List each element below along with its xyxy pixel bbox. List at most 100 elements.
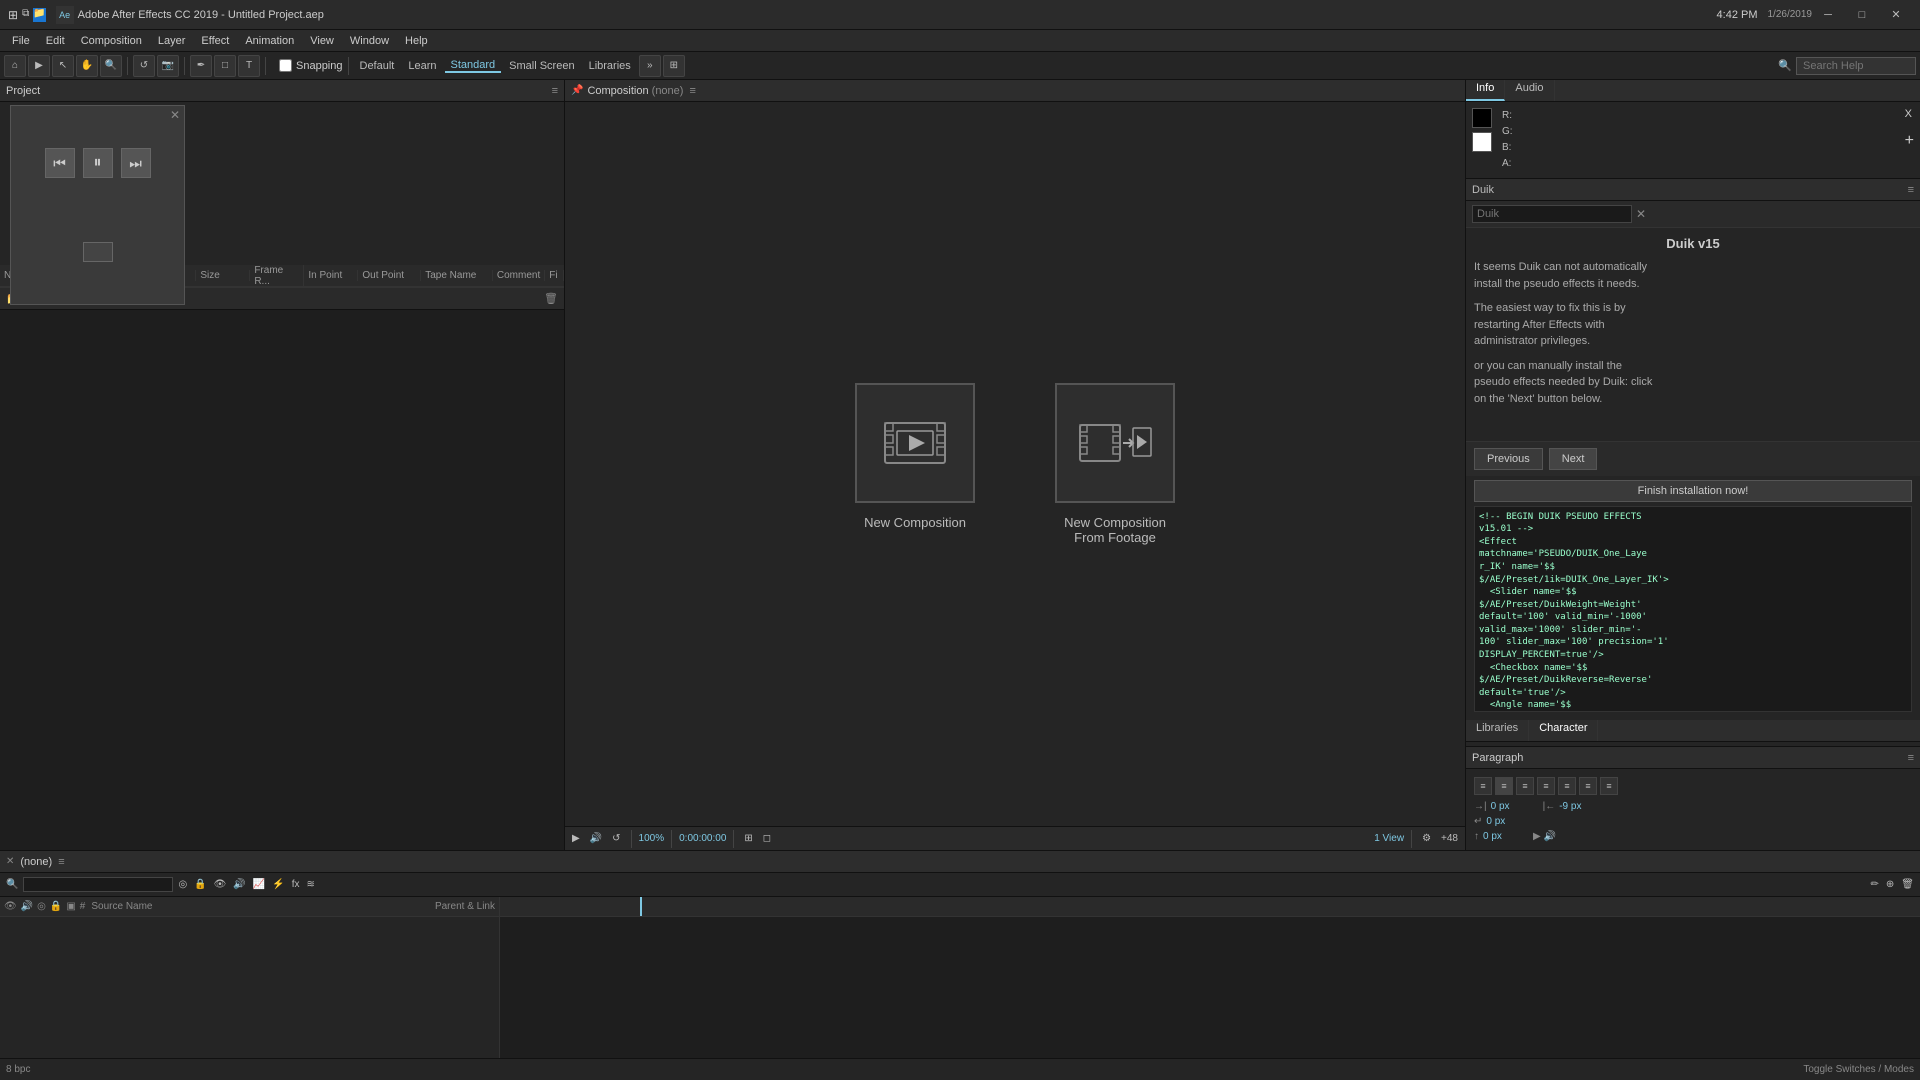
skip-forward-button[interactable]: ⏭	[121, 148, 151, 178]
hand-tool[interactable]: ✋	[76, 55, 98, 77]
menu-help[interactable]: Help	[397, 33, 436, 49]
justify-right-button[interactable]: ≡	[1600, 777, 1618, 795]
tl-search-icon[interactable]: 🔍	[4, 879, 20, 890]
tl-delete-icon[interactable]: 🗑	[1899, 879, 1916, 890]
tl-motion-blur[interactable]: ⚡	[270, 879, 286, 890]
indent-right-value[interactable]: -9 px	[1559, 801, 1599, 812]
justify-button[interactable]: ≡	[1537, 777, 1555, 795]
windows-icon[interactable]: ⊞	[8, 8, 18, 22]
tl-num-col[interactable]: #	[80, 901, 86, 912]
ae-icon[interactable]: Ae	[56, 6, 74, 24]
comp-tb-zoom[interactable]: 100%	[639, 833, 665, 844]
menu-animation[interactable]: Animation	[237, 33, 302, 49]
tl-close-icon[interactable]: ✕	[6, 856, 14, 867]
align-center-button[interactable]: ≡	[1495, 777, 1513, 795]
tl-lock-col[interactable]: 🔒	[50, 901, 62, 912]
justify-all-button[interactable]: ≡	[1558, 777, 1576, 795]
menu-edit[interactable]: Edit	[38, 33, 73, 49]
tl-eye-col[interactable]: 👁	[4, 901, 17, 912]
select-tool[interactable]: ↖	[52, 55, 74, 77]
home-button[interactable]: ⌂	[4, 55, 26, 77]
para-icon-2[interactable]: 🔊	[1543, 831, 1555, 842]
tab-libraries[interactable]: Libraries	[1466, 720, 1529, 741]
rotate-tool[interactable]: ↺	[133, 55, 155, 77]
color-swatch-secondary[interactable]	[1472, 132, 1492, 152]
pen-tool[interactable]: ✒	[190, 55, 212, 77]
tl-fx-icon[interactable]: fx	[290, 879, 302, 890]
space-before-value[interactable]: 0 px	[1483, 831, 1523, 842]
menu-composition[interactable]: Composition	[73, 33, 150, 49]
duik-previous-button[interactable]: Previous	[1474, 448, 1543, 470]
search-input[interactable]	[1796, 57, 1916, 75]
snapping-checkbox[interactable]	[279, 59, 292, 72]
minimize-button[interactable]: ─	[1812, 4, 1844, 26]
zoom-tool[interactable]: 🔍	[100, 55, 122, 77]
task-view-icon[interactable]: ⧉	[22, 8, 29, 22]
tl-solo-icon[interactable]: ◎	[176, 879, 189, 890]
tl-eye-icon[interactable]: 👁	[212, 879, 229, 890]
media-controls-close[interactable]: ✕	[170, 108, 180, 122]
tl-toggle-modes[interactable]: Toggle Switches / Modes	[1803, 1064, 1914, 1075]
duik-search-input[interactable]	[1472, 205, 1632, 223]
tl-edit-icon[interactable]: ✏	[1869, 879, 1881, 890]
duik-menu[interactable]: ≡	[1908, 184, 1914, 196]
tl-graph-icon[interactable]: 📈	[251, 879, 267, 890]
first-line-value[interactable]: 0 px	[1486, 816, 1526, 827]
close-button[interactable]: ✕	[1880, 4, 1912, 26]
play-button[interactable]: ▶	[28, 55, 50, 77]
info-plus[interactable]: +	[1905, 132, 1914, 150]
tab-audio[interactable]: Audio	[1505, 80, 1554, 101]
text-tool[interactable]: T	[238, 55, 260, 77]
explorer-icon[interactable]: 📁	[33, 8, 45, 22]
comp-tb-loop[interactable]: ↺	[609, 833, 623, 844]
comp-tb-timecode[interactable]: 0:00:00:00	[679, 833, 726, 844]
tl-solo-col[interactable]: ◎	[37, 901, 46, 912]
workspace-standard[interactable]: Standard	[445, 59, 502, 73]
pause-button[interactable]: ⏸	[83, 148, 113, 178]
comp-tb-ext[interactable]: +48	[1438, 833, 1461, 844]
justify-left-button[interactable]: ≡	[1579, 777, 1597, 795]
tl-audio-icon[interactable]: 🔊	[231, 879, 247, 890]
window-controls[interactable]: ─ □ ✕	[1812, 4, 1912, 26]
maximize-button[interactable]: □	[1846, 4, 1878, 26]
camera-tool[interactable]: 📷	[157, 55, 179, 77]
workspace-default[interactable]: Default	[354, 60, 401, 72]
tab-info[interactable]: Info	[1466, 80, 1505, 101]
project-panel-menu[interactable]: ≡	[552, 85, 558, 97]
menu-layer[interactable]: Layer	[150, 33, 194, 49]
workspace-more[interactable]: »	[639, 55, 661, 77]
align-left-button[interactable]: ≡	[1474, 777, 1492, 795]
indent-left-value[interactable]: 0 px	[1491, 801, 1531, 812]
workspace-small-screen[interactable]: Small Screen	[503, 60, 580, 72]
comp-tb-settings[interactable]: ⚙	[1419, 833, 1434, 844]
tl-parent-icon[interactable]: ⊕	[1884, 879, 1896, 890]
timeline-playhead[interactable]	[640, 897, 642, 916]
duik-search-close[interactable]: ✕	[1636, 207, 1646, 221]
shape-tool[interactable]: □	[214, 55, 236, 77]
para-icon-1[interactable]: ▶	[1533, 831, 1541, 842]
comp-tb-grid[interactable]: ⊞	[741, 833, 755, 844]
comp-tb-mask[interactable]: ◻	[760, 833, 774, 844]
tl-lock-icon[interactable]: 🔒	[192, 879, 208, 890]
tl-adj-icon[interactable]: ≋	[304, 879, 316, 890]
menu-window[interactable]: Window	[342, 33, 397, 49]
new-comp-footage-card[interactable]: New CompositionFrom Footage	[1055, 383, 1175, 545]
menu-effect[interactable]: Effect	[193, 33, 237, 49]
workspace-learn[interactable]: Learn	[402, 60, 442, 72]
workspace-libraries[interactable]: Libraries	[583, 60, 637, 72]
tab-character[interactable]: Character	[1529, 720, 1598, 741]
duik-next-button[interactable]: Next	[1549, 448, 1598, 470]
para-menu[interactable]: ≡	[1908, 752, 1914, 764]
comp-menu-icon[interactable]: ≡	[689, 85, 695, 97]
duik-code-area[interactable]: <!-- BEGIN DUIK PSEUDO EFFECTS v15.01 --…	[1474, 506, 1912, 713]
tl-color-col[interactable]: ▣	[66, 901, 75, 912]
comp-tb-audio[interactable]: 🔊	[587, 833, 605, 844]
comp-settings[interactable]: ⊞	[663, 55, 685, 77]
color-swatch-primary[interactable]	[1472, 108, 1492, 128]
comp-tb-view[interactable]: 1 View	[1374, 833, 1404, 844]
comp-tb-play[interactable]: ▶	[569, 833, 583, 844]
skip-back-button[interactable]: ⏮	[45, 148, 75, 178]
align-right-button[interactable]: ≡	[1516, 777, 1534, 795]
tl-audio-col[interactable]: 🔊	[21, 901, 33, 912]
duik-install-button[interactable]: Finish installation now!	[1474, 480, 1912, 502]
